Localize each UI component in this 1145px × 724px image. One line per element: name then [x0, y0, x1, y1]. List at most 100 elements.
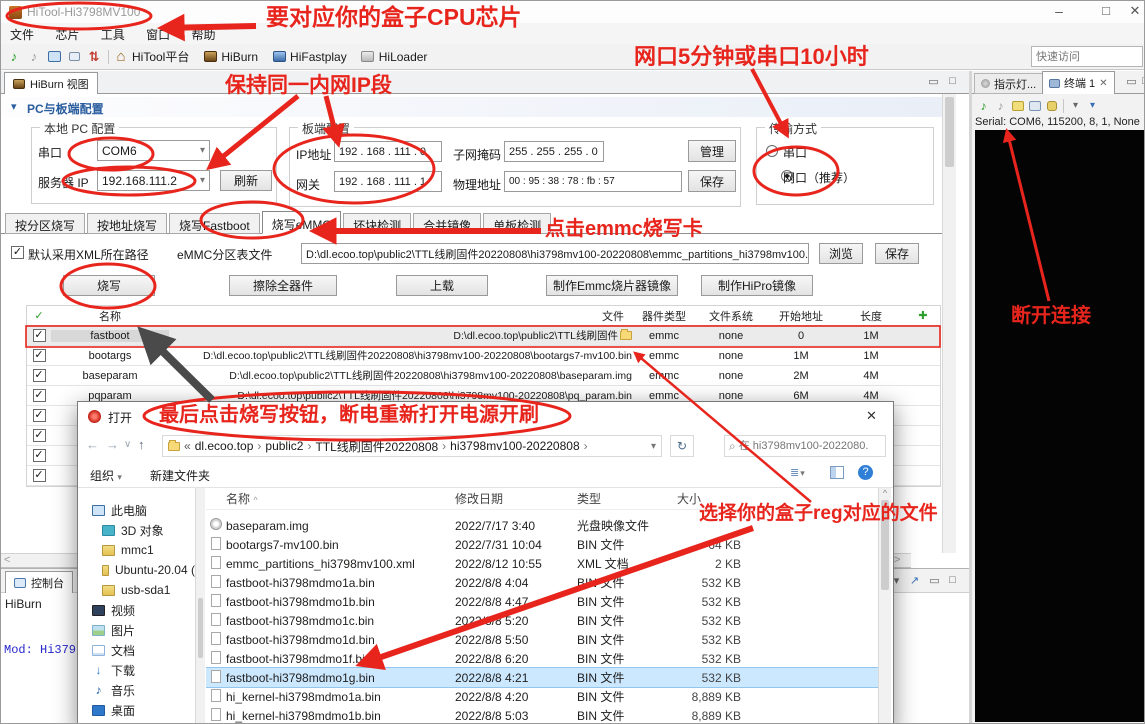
row-checkbox[interactable]: [33, 349, 46, 362]
make-hipro-image-button[interactable]: 制作HiPro镜像: [701, 275, 813, 296]
breadcrumb-segment[interactable]: dl.ecoo.top: [195, 439, 254, 453]
sidebar-scrollbar[interactable]: [195, 488, 205, 724]
view-mode-icon[interactable]: ≣ ▾: [790, 466, 804, 479]
terminal-settings-icon[interactable]: [1009, 98, 1026, 113]
connect-icon[interactable]: ♪: [5, 48, 23, 65]
pc-edit-icon[interactable]: [45, 48, 63, 65]
dialog-close-icon[interactable]: ✕: [866, 408, 877, 424]
mac-input[interactable]: 00 : 95 : 38 : 78 : fb : 57: [504, 171, 682, 192]
toolbar-hiburn[interactable]: HiBurn: [221, 50, 258, 64]
tab-burn-partition[interactable]: 按分区烧写: [5, 213, 85, 234]
sidebar-item-3d-objects[interactable]: 3D 对象: [92, 520, 195, 540]
toolbar-hitool-platform[interactable]: HiTool平台: [132, 48, 189, 65]
view-minimize-icon[interactable]: ▭: [926, 75, 941, 88]
breadcrumb-segment[interactable]: hi3798mv100-20220808: [450, 439, 579, 453]
file-row[interactable]: hi_kernel-hi3798mdmo1b.bin2022/8/8 5:03B…: [206, 706, 878, 724]
section-collapse-icon[interactable]: ▾: [11, 100, 17, 113]
terminal-lock-icon[interactable]: [1043, 98, 1060, 113]
terminal-plug-menu-icon[interactable]: ▾: [1067, 98, 1084, 113]
breadcrumb[interactable]: « dl.ecoo.top› public2› TTL线刷固件20220808›…: [162, 435, 662, 457]
nav-back-icon[interactable]: ←: [86, 437, 99, 452]
row-file-folder-icon[interactable]: [620, 331, 632, 340]
breadcrumb-segment[interactable]: TTL线刷固件20220808: [315, 438, 438, 455]
file-row[interactable]: bootargs7-mv100.bin2022/7/31 10:04BIN 文件…: [206, 535, 878, 554]
file-row[interactable]: fastboot-hi3798mdmo1b.bin2022/8/8 4:47BI…: [206, 592, 878, 611]
new-folder-button[interactable]: 新建文件夹: [150, 467, 210, 484]
tab-board-check[interactable]: 单板检测: [483, 213, 551, 234]
dialog-search-box[interactable]: ⌕: [724, 435, 886, 457]
row-checkbox[interactable]: [33, 409, 46, 422]
row-checkbox[interactable]: [33, 429, 46, 442]
file-scroll-up-icon[interactable]: ^: [879, 488, 891, 498]
terminal-tab-close-icon[interactable]: ✕: [1099, 78, 1107, 89]
terminal-new-menu-icon[interactable]: ▾: [1084, 98, 1101, 113]
transfer-serial-radio[interactable]: [766, 145, 778, 157]
board-ip-input[interactable]: 192 . 168 . 111 . 0: [334, 141, 442, 162]
file-row[interactable]: fastboot-hi3798mdmo1f.bin2022/8/8 6:20BI…: [206, 649, 878, 668]
tab-console[interactable]: 控制台: [5, 571, 73, 593]
xml-save-button[interactable]: 保存: [875, 243, 919, 264]
menu-file[interactable]: 文件: [1, 23, 43, 46]
nav-forward-icon[interactable]: →: [106, 437, 119, 452]
file-row[interactable]: emmc_partitions_hi3798mv100.xml2022/8/12…: [206, 554, 878, 573]
browse-button[interactable]: 浏览: [819, 243, 863, 264]
breadcrumb-dropdown-icon[interactable]: ▾: [651, 441, 656, 452]
server-ip-combo-arrow-icon[interactable]: ▾: [200, 175, 205, 186]
file-col-date[interactable]: 修改日期: [455, 490, 577, 507]
erase-all-button[interactable]: 擦除全器件: [229, 275, 337, 296]
home-icon[interactable]: ⌂: [112, 48, 130, 65]
terminal-disconnect-icon[interactable]: ♪: [992, 98, 1009, 113]
scroll-right-icon[interactable]: >: [894, 554, 900, 566]
col-file[interactable]: 文件: [169, 308, 632, 324]
xml-path-checkbox[interactable]: [11, 246, 24, 259]
sidebar-item-downloads[interactable]: ↓下载: [92, 660, 195, 680]
toolbar-hifastplay[interactable]: HiFastplay: [290, 50, 347, 64]
transfer-serial-label[interactable]: 串口: [783, 144, 807, 161]
partition-table-path-input[interactable]: D:\dl.ecoo.top\public2\TTL线刷固件20220808\h…: [301, 243, 809, 264]
tab-burn-address[interactable]: 按地址烧写: [87, 213, 167, 234]
transfer-updown-icon[interactable]: ⇅: [85, 48, 103, 65]
tab-badblock-check[interactable]: 坏块检测: [343, 213, 411, 234]
table-row[interactable]: baseparam D:\dl.ecoo.top\public2\TTL线刷固件…: [27, 366, 940, 386]
col-device-type[interactable]: 器件类型: [632, 308, 696, 324]
sidebar-item-ubuntu[interactable]: Ubuntu-20.04 (: [92, 560, 195, 580]
nav-up-icon[interactable]: ↑: [138, 437, 145, 452]
file-row[interactable]: fastboot-hi3798mdmo1d.bin2022/8/8 5:50BI…: [206, 630, 878, 649]
refresh-button[interactable]: 刷新: [220, 170, 272, 191]
upload-button[interactable]: 上载: [396, 275, 488, 296]
quick-access-input[interactable]: [1031, 46, 1143, 67]
burn-button[interactable]: 烧写: [63, 275, 155, 296]
console-minimize-icon[interactable]: ▭: [927, 574, 942, 587]
serial-combo-arrow-icon[interactable]: ▾: [200, 145, 205, 156]
sidebar-item-usb-sda1[interactable]: usb-sda1: [92, 580, 195, 600]
file-row-selected[interactable]: fastboot-hi3798mdmo1g.bin2022/8/8 4:21BI…: [206, 668, 878, 687]
refresh-icon[interactable]: ↻: [670, 435, 694, 457]
file-col-name[interactable]: 名称 ^: [226, 490, 455, 507]
scroll-left-icon[interactable]: <: [4, 554, 10, 566]
console-export-icon[interactable]: ↗: [907, 574, 922, 587]
help-icon[interactable]: ?: [858, 465, 873, 480]
dialog-search-input[interactable]: [739, 440, 869, 452]
menu-tools[interactable]: 工具: [92, 23, 134, 46]
row-checkbox[interactable]: [33, 389, 46, 402]
terminal-minimize-icon[interactable]: ▭: [1124, 75, 1139, 88]
tab-burn-emmc[interactable]: 烧写eMMC: [262, 211, 341, 234]
col-name[interactable]: 名称: [51, 308, 169, 324]
sidebar-item-documents[interactable]: 文档: [92, 640, 195, 660]
terminal-screen[interactable]: [975, 130, 1145, 722]
gateway-input[interactable]: 192 . 168 . 111 . 1: [334, 171, 442, 192]
row-checkbox[interactable]: [33, 329, 46, 342]
organize-button[interactable]: 组织 ▾: [90, 467, 122, 484]
row-checkbox[interactable]: [33, 469, 46, 482]
breadcrumb-segment[interactable]: public2: [265, 439, 303, 453]
row-checkbox[interactable]: [33, 369, 46, 382]
col-start-address[interactable]: 开始地址: [766, 308, 836, 324]
sidebar-item-this-pc[interactable]: 此电脑: [92, 500, 195, 520]
table-row[interactable]: bootargs D:\dl.ecoo.top\public2\TTL线刷固件2…: [27, 346, 940, 366]
sidebar-item-music[interactable]: ♪音乐: [92, 680, 195, 700]
menu-help[interactable]: 帮助: [182, 23, 224, 46]
manage-button[interactable]: 管理: [688, 140, 736, 162]
close-icon[interactable]: ✕: [1125, 3, 1145, 19]
file-row[interactable]: hi_kernel-hi3798mdmo1a.bin2022/8/8 4:20B…: [206, 687, 878, 706]
sidebar-item-pictures[interactable]: 图片: [92, 620, 195, 640]
